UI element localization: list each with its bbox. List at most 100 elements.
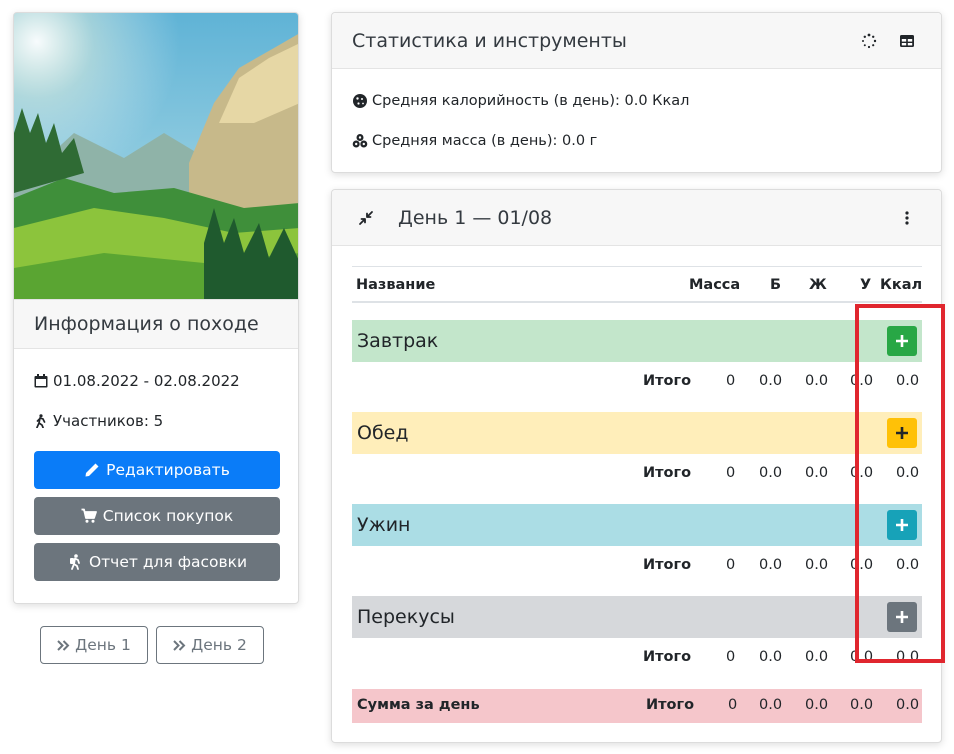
calendar-icon bbox=[34, 374, 48, 388]
add-dinner-button[interactable] bbox=[887, 510, 917, 540]
spinner-button[interactable] bbox=[855, 27, 883, 55]
trip-cover-image bbox=[14, 13, 298, 299]
plus-icon bbox=[896, 335, 908, 347]
meal-row-breakfast: Завтрак bbox=[352, 320, 922, 362]
day-header: День 1 — 01/08 bbox=[332, 190, 941, 246]
col-fat: Ж bbox=[809, 277, 827, 293]
day-menu-button[interactable] bbox=[893, 204, 921, 232]
pencil-icon bbox=[85, 463, 99, 477]
double-chevron-right-icon bbox=[173, 639, 186, 651]
stats-title: Статистика и инструменты bbox=[352, 29, 627, 52]
sum-kcal: 0.0 bbox=[896, 697, 920, 713]
stats-header: Статистика и инструменты bbox=[332, 13, 941, 69]
total-label: Итого bbox=[643, 465, 692, 481]
total-fat: 0.0 bbox=[805, 649, 829, 665]
avg-mass-text: Средняя масса (в день): 0.0 г bbox=[372, 133, 598, 149]
col-carbs: У bbox=[860, 277, 872, 293]
meal-row-dinner: Ужин bbox=[352, 504, 922, 546]
col-kcal: Ккал bbox=[880, 277, 923, 293]
sum-label: Сумма за день bbox=[357, 697, 480, 713]
total-label: Итого bbox=[643, 373, 692, 389]
total-kcal: 0.0 bbox=[896, 373, 920, 389]
total-carbs: 0.0 bbox=[850, 465, 874, 481]
double-chevron-right-icon bbox=[57, 639, 70, 651]
day-card: День 1 — 01/08 Название Масса Б Ж У Ккал… bbox=[331, 189, 942, 743]
avg-mass: Средняя масса (в день): 0.0 г bbox=[352, 133, 597, 149]
collapse-button[interactable] bbox=[352, 204, 380, 232]
trip-participants-text: Участников: 5 bbox=[53, 412, 164, 430]
hiker-icon bbox=[69, 554, 80, 570]
total-label: Итого bbox=[643, 557, 692, 573]
lunch-total-row: Итого 0 0.0 0.0 0.0 0.0 bbox=[352, 454, 922, 494]
sum-protein: 0.0 bbox=[759, 697, 783, 713]
total-kcal: 0.0 bbox=[896, 649, 920, 665]
total-fat: 0.0 bbox=[805, 557, 829, 573]
col-protein: Б bbox=[770, 277, 782, 293]
meal-row-lunch: Обед bbox=[352, 412, 922, 454]
add-snacks-button[interactable] bbox=[887, 602, 917, 632]
total-mass: 0 bbox=[726, 373, 736, 389]
meal-name: Перекусы bbox=[357, 606, 455, 628]
total-protein: 0.0 bbox=[759, 649, 783, 665]
snacks-total-row: Итого 0 0.0 0.0 0.0 0.0 bbox=[352, 638, 922, 678]
trip-dates-text: 01.08.2022 - 02.08.2022 bbox=[53, 372, 240, 390]
plus-icon bbox=[896, 519, 908, 531]
total-protein: 0.0 bbox=[759, 465, 783, 481]
day-1-label: День 1 bbox=[75, 636, 131, 654]
trip-info-header: Информация о походе bbox=[14, 299, 298, 349]
meal-name: Обед bbox=[357, 422, 409, 444]
hiker-icon bbox=[36, 414, 46, 428]
dinner-total-row: Итого 0 0.0 0.0 0.0 0.0 bbox=[352, 546, 922, 586]
day-title: День 1 — 01/08 bbox=[398, 206, 553, 229]
avg-calories-text: Средняя калорийность (в день): 0.0 Ккал bbox=[372, 93, 690, 109]
total-kcal: 0.0 bbox=[896, 465, 920, 481]
total-label: Итого bbox=[643, 649, 692, 665]
cookie-icon bbox=[353, 94, 367, 108]
total-protein: 0.0 bbox=[759, 373, 783, 389]
sum-total-label: Итого bbox=[646, 697, 695, 713]
total-kcal: 0.0 bbox=[896, 557, 920, 573]
meal-row-snacks: Перекусы bbox=[352, 596, 922, 638]
packing-report-button[interactable]: Отчет для фасовки bbox=[34, 543, 280, 581]
total-fat: 0.0 bbox=[805, 373, 829, 389]
table-view-button[interactable] bbox=[893, 27, 921, 55]
cart-icon bbox=[81, 508, 97, 523]
breakfast-total-row: Итого 0 0.0 0.0 0.0 0.0 bbox=[352, 362, 922, 402]
add-breakfast-button[interactable] bbox=[887, 326, 917, 356]
trip-info-card: Информация о походе 01.08.2022 - 02.08.2… bbox=[13, 12, 299, 604]
total-carbs: 0.0 bbox=[850, 373, 874, 389]
meal-name: Завтрак bbox=[357, 330, 439, 352]
total-fat: 0.0 bbox=[805, 465, 829, 481]
compress-arrows-icon bbox=[359, 210, 373, 225]
edit-button[interactable]: Редактировать bbox=[34, 451, 280, 489]
spinner-icon bbox=[862, 33, 877, 48]
shopping-list-label: Список покупок bbox=[102, 507, 234, 525]
avg-calories: Средняя калорийность (в день): 0.0 Ккал bbox=[352, 93, 689, 109]
sum-mass: 0 bbox=[728, 697, 738, 713]
plus-icon bbox=[896, 427, 908, 439]
stats-card: Статистика и инструменты Средняя калорий… bbox=[331, 12, 942, 173]
day-2-button[interactable]: День 2 bbox=[156, 626, 264, 664]
table-header: Название Масса Б Ж У Ккал bbox=[352, 266, 922, 303]
day-sum-row: Сумма за день Итого 0 0.0 0.0 0.0 0.0 bbox=[352, 689, 922, 723]
total-protein: 0.0 bbox=[759, 557, 783, 573]
total-mass: 0 bbox=[726, 557, 736, 573]
col-name: Название bbox=[356, 277, 436, 293]
total-mass: 0 bbox=[726, 649, 736, 665]
shopping-list-button[interactable]: Список покупок bbox=[34, 497, 280, 535]
table-icon bbox=[900, 34, 914, 47]
day-1-button[interactable]: День 1 bbox=[40, 626, 148, 664]
vertical-dots-icon bbox=[905, 210, 909, 225]
col-mass: Масса bbox=[689, 277, 741, 293]
sum-fat: 0.0 bbox=[805, 697, 829, 713]
meal-name: Ужин bbox=[357, 514, 411, 536]
trip-dates: 01.08.2022 - 02.08.2022 bbox=[34, 372, 240, 390]
trip-participants: Участников: 5 bbox=[34, 412, 163, 430]
packing-report-label: Отчет для фасовки bbox=[88, 553, 248, 571]
day-2-label: День 2 bbox=[191, 636, 247, 654]
add-lunch-button[interactable] bbox=[887, 418, 917, 448]
edit-button-label: Редактировать bbox=[106, 461, 230, 479]
total-carbs: 0.0 bbox=[850, 649, 874, 665]
sum-carbs: 0.0 bbox=[850, 697, 874, 713]
plus-icon bbox=[896, 611, 908, 623]
